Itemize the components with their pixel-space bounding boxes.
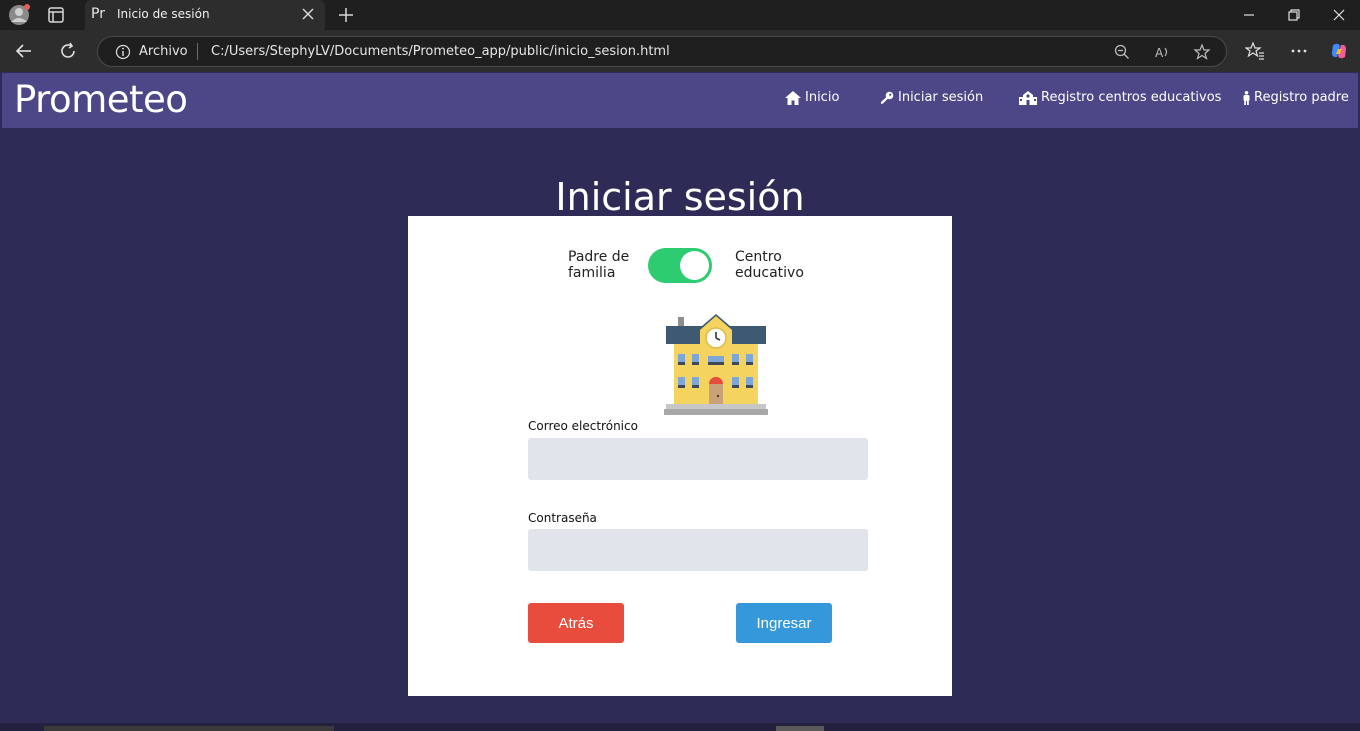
person-icon: [1243, 90, 1250, 105]
close-window-icon[interactable]: [1330, 6, 1348, 24]
scrollbar-thumb[interactable]: [776, 726, 824, 731]
home-icon: [785, 90, 801, 105]
nav-link-registro-centros[interactable]: Registro centros educativos: [1019, 90, 1221, 105]
nav-link-iniciar-sesion[interactable]: Iniciar sesión: [880, 90, 983, 105]
svg-text:A: A: [1155, 46, 1164, 60]
horizontal-scrollbar[interactable]: [44, 726, 334, 731]
more-options-icon[interactable]: [1289, 41, 1309, 61]
nav-link-label: Iniciar sesión: [898, 90, 984, 105]
site-info-label[interactable]: Archivo: [139, 44, 188, 59]
tab-title: Inicio de sesión: [117, 7, 210, 21]
user-type-toggle[interactable]: [648, 248, 712, 283]
login-card: Padre de familia Centro educativo Correo…: [408, 216, 952, 696]
browser-toolbar: Archivo C:/Users/StephyLV/Documents/Prom…: [0, 30, 1360, 72]
key-icon: [881, 91, 894, 104]
close-tab-icon[interactable]: [299, 5, 317, 23]
nav-link-registro-padre[interactable]: Registro padre: [1243, 90, 1349, 105]
profile-icon[interactable]: [7, 4, 31, 26]
nav-link-label: Registro centros educativos: [1041, 90, 1222, 105]
url-text[interactable]: C:/Users/StephyLV/Documents/Prometeo_app…: [211, 44, 670, 59]
reload-icon[interactable]: [58, 41, 78, 61]
password-field[interactable]: [528, 529, 868, 571]
address-bar[interactable]: Archivo C:/Users/StephyLV/Documents/Prom…: [97, 36, 1227, 67]
login-button[interactable]: Ingresar: [736, 603, 832, 643]
browser-tab-bar: Pr Inicio de sesión: [0, 0, 1360, 30]
email-field[interactable]: [528, 438, 868, 480]
copilot-icon[interactable]: [1329, 41, 1349, 61]
page-title: Iniciar sesión: [555, 175, 805, 220]
back-button[interactable]: Atrás: [528, 603, 624, 643]
restore-icon[interactable]: [1285, 6, 1303, 24]
password-label: Contraseña: [528, 511, 597, 525]
toggle-label-centro: Centro educativo: [735, 249, 804, 281]
back-arrow-icon[interactable]: [14, 41, 34, 61]
favorite-star-icon[interactable]: [1193, 43, 1211, 61]
toggle-knob: [680, 251, 709, 280]
favorites-icon[interactable]: [1245, 41, 1265, 61]
toggle-label-padre: Padre de familia: [568, 249, 630, 281]
nav-link-label: Registro padre: [1254, 90, 1349, 105]
school-building-icon: [664, 314, 768, 415]
new-tab-icon[interactable]: [336, 5, 356, 25]
tab-actions-icon[interactable]: [47, 6, 65, 24]
school-icon: [1019, 90, 1037, 105]
tab-favicon: Pr: [91, 6, 105, 22]
nav-link-inicio[interactable]: Inicio: [785, 90, 839, 105]
url-divider: [197, 43, 198, 60]
nav-link-label: Inicio: [805, 90, 840, 105]
read-aloud-icon[interactable]: A: [1153, 43, 1171, 61]
minimize-icon[interactable]: [1240, 6, 1258, 24]
zoom-out-icon[interactable]: [1113, 43, 1131, 61]
tab-active[interactable]: Pr Inicio de sesión: [85, 0, 325, 30]
info-icon[interactable]: [115, 44, 131, 60]
brand-logo[interactable]: Prometeo: [14, 78, 188, 121]
site-navbar: Prometeo Inicio Iniciar sesión Registro …: [2, 73, 1358, 128]
email-label: Correo electrónico: [528, 419, 638, 433]
